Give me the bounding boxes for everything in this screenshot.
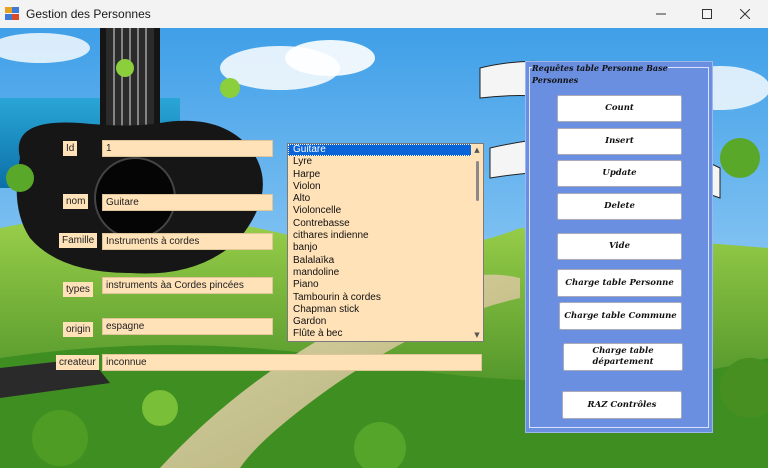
- minimize-button[interactable]: [638, 0, 684, 28]
- listbox-item[interactable]: Flûte à bec: [288, 328, 483, 340]
- maximize-icon: [702, 9, 712, 19]
- scroll-thumb[interactable]: [476, 161, 479, 201]
- groupbox-title: Requêtes table Personne Base Personnes: [532, 62, 668, 86]
- app-icon: [5, 7, 19, 20]
- insert-button[interactable]: Insert: [557, 128, 682, 155]
- scroll-down-icon[interactable]: ▼: [473, 331, 481, 339]
- close-button[interactable]: [722, 0, 768, 28]
- listbox-item[interactable]: Violon: [288, 181, 483, 193]
- title-bar: Gestion des Personnes: [0, 0, 768, 28]
- scroll-up-icon[interactable]: ▲: [473, 146, 481, 154]
- listbox-item[interactable]: Alto: [288, 193, 483, 205]
- id-label: Id: [63, 141, 78, 156]
- close-icon: [740, 9, 750, 19]
- createur-field[interactable]: inconnue: [102, 354, 482, 371]
- nom-label: nom: [63, 194, 89, 209]
- origin-field[interactable]: espagne: [102, 318, 273, 335]
- listbox-item[interactable]: Violoncelle: [288, 205, 483, 217]
- createur-label: createur: [56, 355, 99, 370]
- types-field[interactable]: instruments àa Cordes pincées: [102, 277, 273, 294]
- update-button[interactable]: Update: [557, 160, 682, 187]
- charge-personne-button[interactable]: Charge table Personne: [557, 269, 682, 297]
- listbox-item[interactable]: cithares indienne: [288, 230, 483, 242]
- famille-field[interactable]: Instruments à cordes: [102, 233, 273, 250]
- listbox-item[interactable]: Balalaïka: [288, 255, 483, 267]
- types-label: types: [63, 282, 93, 297]
- listbox-item[interactable]: Lyre: [288, 156, 483, 168]
- form-client-area: Id nom Famille types origin createur 1 G…: [0, 28, 768, 468]
- requests-groupbox: Requêtes table Personne Base Personnes C…: [525, 61, 713, 433]
- listbox-item[interactable]: Contrebasse: [288, 218, 483, 230]
- nom-field[interactable]: Guitare: [102, 194, 273, 211]
- listbox-item[interactable]: Guitare: [288, 144, 483, 157]
- vide-button[interactable]: Vide: [557, 233, 682, 260]
- listbox-items: Guitare Lyre Harpe Violon Alto Violoncelle Con…: [288, 144, 483, 341]
- listbox-item[interactable]: Gardon: [288, 316, 483, 328]
- raz-button[interactable]: RAZ Contrôles: [562, 391, 682, 419]
- delete-button[interactable]: Delete: [557, 193, 682, 220]
- charge-departement-button[interactable]: Charge table département: [563, 343, 683, 371]
- listbox-item[interactable]: banjo: [288, 242, 483, 254]
- instrument-listbox[interactable]: Guitare Lyre Harpe Violon Alto Violoncelle Con…: [287, 143, 484, 342]
- famille-label: Famille: [59, 233, 98, 248]
- listbox-item[interactable]: Harpe: [288, 169, 483, 181]
- listbox-scrollbar[interactable]: ▲ ▼: [471, 144, 483, 341]
- minimize-icon: [656, 13, 666, 15]
- id-field[interactable]: 1: [102, 140, 273, 157]
- origin-label: origin: [63, 322, 94, 337]
- listbox-item[interactable]: mandoline: [288, 267, 483, 279]
- count-button[interactable]: Count: [557, 95, 682, 122]
- listbox-item[interactable]: Tambourin à cordes: [288, 292, 483, 304]
- charge-commune-button[interactable]: Charge table Commune: [559, 302, 682, 330]
- listbox-item[interactable]: Piano: [288, 279, 483, 291]
- window-title: Gestion des Personnes: [26, 7, 151, 21]
- listbox-item[interactable]: Chapman stick: [288, 304, 483, 316]
